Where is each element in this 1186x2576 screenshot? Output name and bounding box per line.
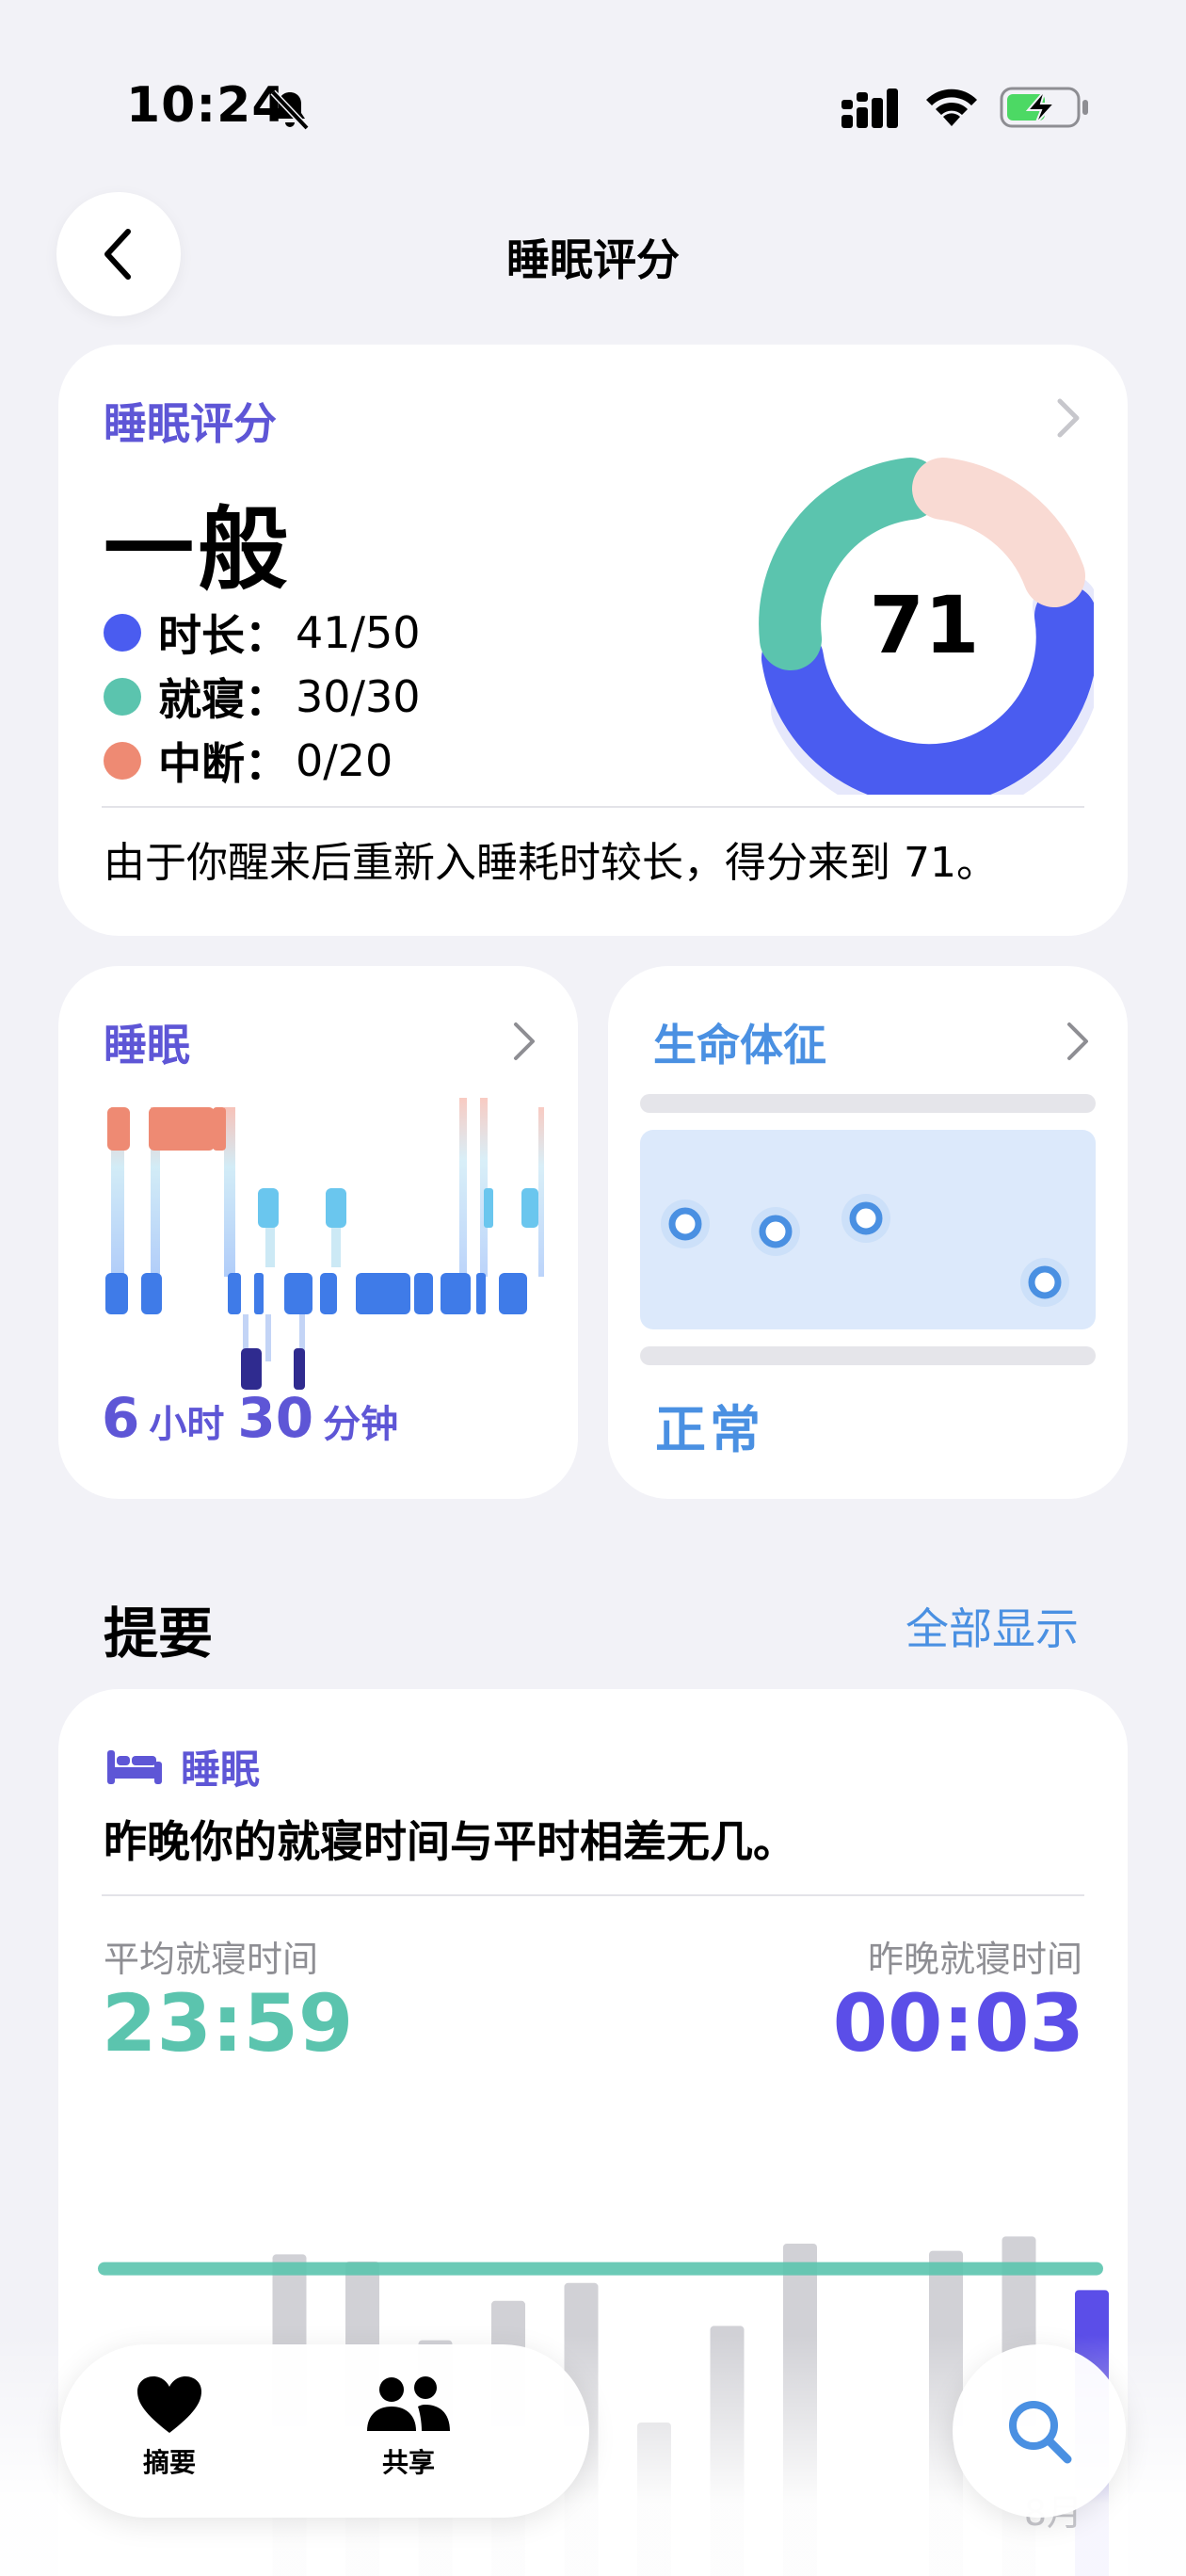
status-bar: 10:24	[0, 0, 1186, 217]
chevron-right-icon	[1067, 1022, 1088, 1060]
tab-summary[interactable]: 摘要	[75, 2375, 264, 2497]
battery-charging-icon	[1000, 87, 1088, 128]
avg-bedtime-value: 23:59	[102, 1977, 354, 2069]
sleep-duration: 6 小时 30 分钟	[102, 1386, 411, 1450]
people-icon	[367, 2376, 450, 2431]
score-breakdown: 时长： 41/50 就寝： 30/30 中断： 0/20	[104, 601, 421, 793]
interruptions-dot	[104, 742, 141, 780]
sleep-stages-chart	[105, 1098, 544, 1390]
chevron-right-icon	[514, 1022, 535, 1060]
sleep-score-card[interactable]: 睡眠评分 一般 时长： 41/50 就寝： 30/30 中断： 0/20 71 …	[58, 345, 1128, 936]
vitals-status: 正常	[655, 1400, 764, 1459]
score-value: 71	[869, 579, 980, 671]
bedtime-label: 就寝：	[158, 674, 288, 725]
signal-icon	[841, 89, 898, 128]
page-title: 睡眠评分	[506, 234, 680, 285]
summary-header: 睡眠	[107, 1738, 260, 1795]
status-time: 10:24	[126, 77, 287, 134]
tab-bar: 摘要 共享	[60, 2344, 589, 2518]
duration-value: 41/50	[296, 607, 421, 658]
duration-minutes-unit: 分钟	[323, 1403, 399, 1446]
vitals-card-title: 生命体征	[653, 1020, 826, 1071]
duration-dot	[104, 614, 141, 652]
duration-hours: 6	[102, 1386, 140, 1450]
heart-icon	[137, 2376, 201, 2433]
wifi-icon	[926, 89, 977, 126]
last-bedtime-label: 昨晚就寝时间	[867, 1939, 1082, 1980]
tab-sharing-label: 共享	[381, 2447, 435, 2478]
breakdown-duration: 时长： 41/50	[104, 601, 421, 665]
duration-label: 时长：	[158, 610, 288, 661]
score-divider	[102, 806, 1084, 808]
summary-section-title: 提要	[104, 1602, 214, 1666]
chevron-right-icon	[1057, 398, 1080, 438]
summary-category: 睡眠	[181, 1747, 261, 1793]
duration-minutes: 30	[237, 1386, 314, 1450]
bed-icon	[107, 1749, 162, 1784]
tab-summary-label: 摘要	[142, 2447, 196, 2478]
summary-text: 昨晚你的就寝时间与平时相差无几。	[104, 1816, 796, 1867]
score-card-title: 睡眠评分	[104, 398, 277, 449]
bell-slash-icon	[270, 89, 310, 131]
search-icon	[1009, 2401, 1072, 2464]
vitals-card[interactable]: 生命体征 正常	[608, 966, 1128, 1499]
chart-average-line	[98, 2262, 1103, 2276]
sleep-card-title: 睡眠	[104, 1020, 190, 1071]
interruptions-value: 0/20	[296, 735, 393, 786]
vitals-chart	[640, 1094, 1096, 1365]
breakdown-bedtime: 就寝： 30/30	[104, 665, 421, 729]
score-ring: 71	[755, 456, 1105, 822]
summary-divider	[102, 1894, 1084, 1896]
bedtime-value: 30/30	[296, 671, 421, 722]
search-button[interactable]	[953, 2344, 1126, 2518]
breakdown-interruptions: 中断： 0/20	[104, 729, 421, 793]
score-level: 一般	[104, 497, 292, 603]
duration-hours-unit: 小时	[149, 1403, 225, 1446]
show-all-link[interactable]: 全部显示	[906, 1595, 1079, 1657]
avg-bedtime-label: 平均就寝时间	[104, 1939, 319, 1980]
tab-sharing[interactable]: 共享	[314, 2375, 503, 2497]
interruptions-label: 中断：	[158, 738, 288, 789]
sleep-stages-card[interactable]: 睡眠 6 小时 30 分钟	[58, 966, 578, 1499]
last-bedtime-value: 00:03	[832, 1977, 1084, 2069]
score-description: 由于你醒来后重新入睡耗时较长，得分来到 71。	[104, 839, 998, 887]
bedtime-dot	[104, 678, 141, 716]
